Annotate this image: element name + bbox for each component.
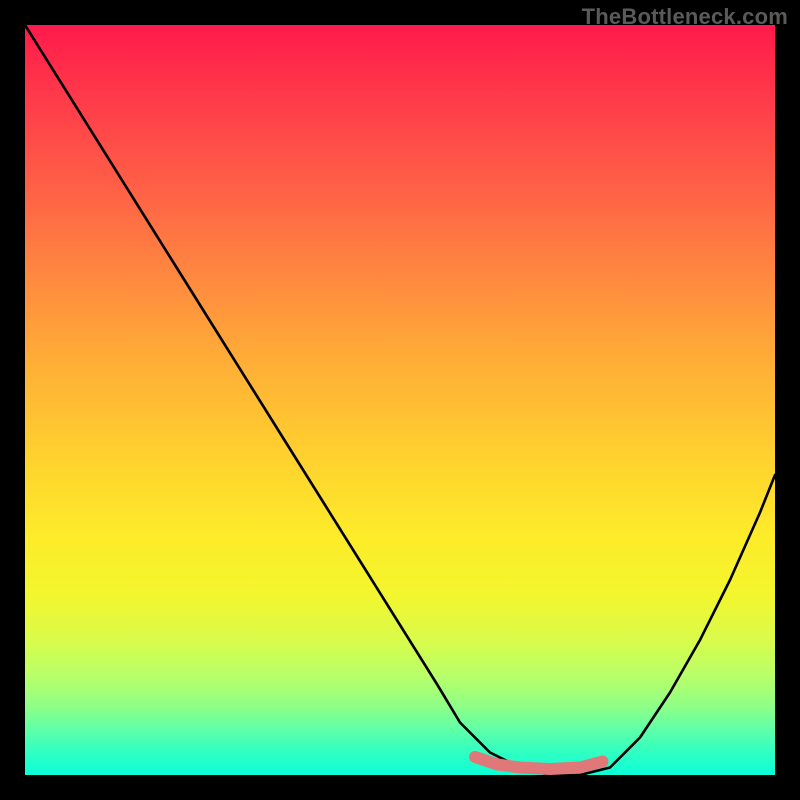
black-curve-path: [25, 25, 775, 775]
plot-svg: [25, 25, 775, 775]
chart-frame: TheBottleneck.com: [0, 0, 800, 800]
plot-area: [25, 25, 775, 775]
red-highlight-path: [475, 757, 603, 769]
